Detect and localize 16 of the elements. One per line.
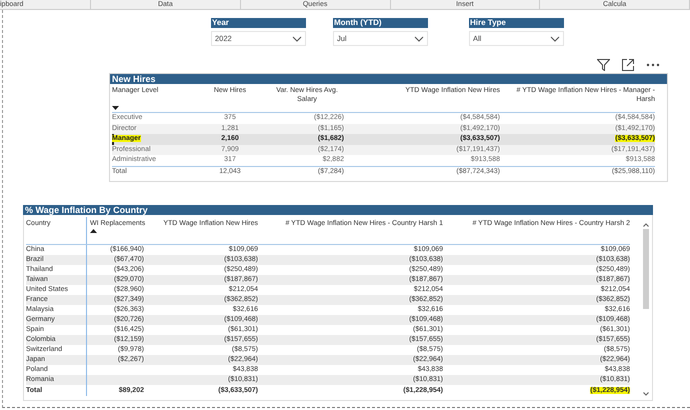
scrollbar-thumb[interactable] (643, 229, 649, 309)
filter-icon[interactable] (597, 59, 610, 71)
sort-ascending-icon[interactable] (90, 228, 97, 232)
sort-descending-icon[interactable] (112, 106, 119, 110)
chevron-down-icon (414, 36, 424, 42)
scroll-up-icon[interactable] (643, 223, 649, 227)
slicer-title: Hire Type (469, 18, 564, 28)
visual-title: % Wage Inflation By Country (23, 205, 653, 215)
slicer-title: Month (YTD) (333, 18, 428, 28)
visual-title: New Hires (110, 74, 667, 84)
more-options-icon[interactable] (646, 63, 660, 67)
scroll-down-icon[interactable] (643, 392, 649, 396)
chevron-down-icon (292, 36, 302, 42)
focus-mode-icon[interactable] (622, 59, 634, 71)
slicer-title: Year (211, 18, 306, 28)
chevron-down-icon (550, 36, 560, 42)
